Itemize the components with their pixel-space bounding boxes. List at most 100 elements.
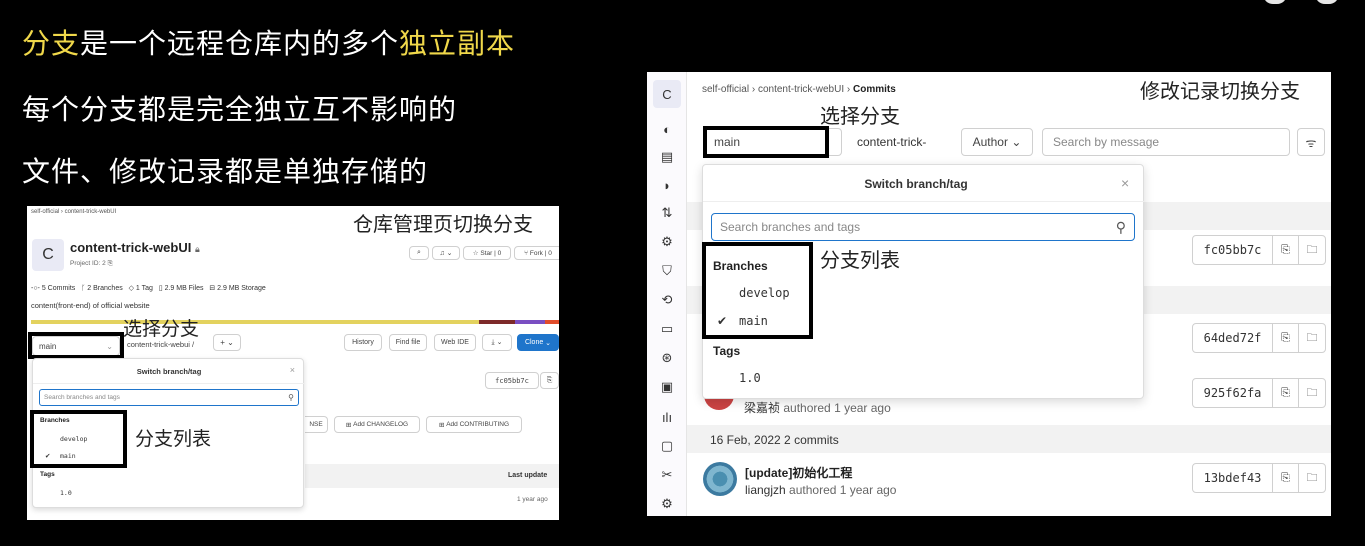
highlight-box-list: [702, 242, 813, 339]
add-contributing-label: Add CONTRIBUTING: [446, 421, 510, 428]
row-last-update: 1 year ago: [517, 496, 548, 503]
highlight-branch: 分支: [22, 27, 81, 60]
star-label: Star: [480, 249, 493, 257]
project-title-text: content-trick-webUI: [70, 240, 192, 255]
ci-cd-icon[interactable]: ⚙: [658, 233, 676, 251]
project-avatar[interactable]: C: [653, 80, 681, 108]
fork-button[interactable]: ⑂ Fork | 0: [514, 246, 559, 260]
branches-link[interactable]: 2 Branches: [87, 285, 122, 292]
add-contributing-button[interactable]: ⊞ Add CONTRIBUTING: [426, 416, 522, 433]
author-label: Author: [972, 135, 1008, 149]
breadcrumb-project[interactable]: content-trick-webUI: [758, 84, 844, 95]
commit-sha[interactable]: 64ded72f: [1193, 324, 1273, 352]
close-icon[interactable]: ×: [1121, 175, 1129, 191]
tags-header: Tags: [40, 471, 55, 478]
analytics-icon[interactable]: ılı: [658, 408, 676, 426]
commit-meta: 梁嘉祯 authored 1 year ago: [744, 399, 891, 416]
branch-search-input[interactable]: Search branches and tags ⚲: [39, 389, 299, 406]
project-description: content(front-end) of official website: [31, 301, 150, 310]
copy-icon[interactable]: ⎘: [1273, 379, 1299, 407]
web-ide-button[interactable]: Web IDE: [434, 334, 476, 351]
close-icon[interactable]: ×: [290, 365, 295, 375]
file-icon: ▯: [158, 285, 163, 292]
star-button[interactable]: ☆ Star | 0: [463, 246, 511, 260]
find-file-button[interactable]: Find file: [389, 334, 427, 351]
fork-count: 0: [548, 249, 552, 257]
repository-icon[interactable]: ▤: [658, 148, 676, 166]
dropdown-title: Switch branch/tag: [136, 367, 202, 376]
highlight-box-list: [30, 410, 127, 468]
merge-requests-icon[interactable]: ⇅: [658, 204, 676, 222]
author-filter-button[interactable]: Author ⌄: [961, 128, 1033, 156]
copy-icon[interactable]: ⎘: [108, 260, 113, 267]
slide-line-3: 文件、修改记录都是单独存储的: [22, 155, 429, 188]
commit-author[interactable]: 梁嘉祯: [744, 401, 780, 415]
storage-link[interactable]: 2.9 MB Storage: [217, 285, 266, 292]
language-segment: [479, 320, 515, 324]
commits-link[interactable]: 5 Commits: [42, 285, 75, 292]
last-update-header: Last update: [508, 472, 548, 479]
highlight-box-select: [28, 332, 124, 359]
commit-row-actions: fc05bb7c ⎘ 🗀: [1192, 235, 1326, 265]
infrastructure-icon[interactable]: ⊛: [658, 349, 676, 367]
commit-row-actions: 64ded72f ⎘ 🗀: [1192, 323, 1326, 353]
commit-sha[interactable]: 13bdef43: [1193, 464, 1273, 492]
bell-dropdown-button[interactable]: ♫ ⌄: [432, 246, 460, 260]
commit-authored: authored 1 year ago: [783, 401, 891, 415]
callout-commits-switch: 修改记录切换分支: [1140, 79, 1300, 103]
rss-icon[interactable]: ᯤ: [1297, 128, 1325, 156]
copy-icon[interactable]: ⎘: [1273, 324, 1299, 352]
fork-label: Fork: [529, 249, 543, 257]
snippets-icon[interactable]: ✂: [658, 466, 676, 484]
tag-option-1-0[interactable]: 1.0: [60, 489, 72, 497]
commit-author[interactable]: liangjzh: [745, 483, 786, 497]
folder-icon[interactable]: 🗀: [1299, 236, 1325, 264]
storage-icon: ⊟: [209, 285, 216, 292]
copy-sha-button[interactable]: ⎘: [540, 372, 559, 389]
commit-sha[interactable]: fc05bb7c: [1193, 236, 1273, 264]
wiki-icon[interactable]: ▢: [658, 437, 676, 455]
commit-row-actions: 13bdef43 ⎘ 🗀: [1192, 463, 1326, 493]
packages-icon[interactable]: ▣: [658, 378, 676, 396]
branch-search-input[interactable]: Search branches and tags ⚲: [711, 213, 1135, 241]
breadcrumb[interactable]: self-official › content-trick-webUI: [31, 209, 116, 215]
dropdown-title: Switch branch/tag: [864, 177, 968, 191]
monitor-icon[interactable]: ▭: [658, 320, 676, 338]
slide-line-2: 每个分支都是完全独立互不影响的: [22, 93, 458, 126]
plus-icon: ⊞: [438, 421, 447, 429]
callout-branch-list: 分支列表: [135, 428, 212, 450]
line1-middle: 是一个远程仓库内的多个: [80, 27, 400, 60]
copy-icon[interactable]: ⎘: [1273, 236, 1299, 264]
project-info-icon[interactable]: ◐: [658, 120, 676, 138]
breadcrumb-commits[interactable]: Commits: [853, 84, 896, 95]
add-dropdown-button[interactable]: + ⌄: [213, 334, 241, 351]
commit-title[interactable]: [update]初始化工程: [745, 464, 852, 481]
deployments-icon[interactable]: ⟲: [658, 291, 676, 309]
lock-icon: 🔒︎: [194, 244, 200, 254]
files-link[interactable]: 2.9 MB Files: [165, 285, 204, 292]
tags-link[interactable]: 1 Tag: [136, 285, 153, 292]
tag-option-1-0[interactable]: 1.0: [739, 371, 761, 385]
clone-button[interactable]: Clone ⌄: [517, 334, 559, 351]
commit-sha[interactable]: fc05bb7c: [485, 372, 539, 389]
slide-line-1: 分支是一个远程仓库内的多个独立副本: [22, 22, 515, 62]
folder-icon[interactable]: 🗀: [1299, 324, 1325, 352]
folder-icon[interactable]: 🗀: [1299, 379, 1325, 407]
add-license-button[interactable]: NSE: [305, 416, 328, 433]
add-changelog-button[interactable]: ⊞ Add CHANGELOG: [334, 416, 420, 433]
history-button[interactable]: History: [344, 334, 382, 351]
divider: [703, 201, 1145, 202]
commit-sha[interactable]: 925f62fa: [1193, 379, 1273, 407]
star-count: 0: [497, 249, 502, 257]
commits-page-screenshot: C ◐ ▤ ◗ ⇅ ⚙ ⛉ ⟲ ▭ ⊛ ▣ ılı ▢ ✂ ⚙ self-off…: [647, 72, 1331, 516]
security-icon[interactable]: ⛉: [658, 262, 676, 280]
issues-icon[interactable]: ◗: [658, 176, 676, 194]
notification-icon[interactable]: ⌕: [409, 246, 429, 260]
settings-icon[interactable]: ⚙: [658, 495, 676, 513]
download-button[interactable]: ⤓ ⌄: [482, 334, 512, 351]
add-changelog-label: Add CHANGELOG: [353, 421, 409, 428]
folder-icon[interactable]: 🗀: [1299, 464, 1325, 492]
breadcrumb-group[interactable]: self-official: [702, 84, 749, 95]
commit-search-input[interactable]: Search by message: [1042, 128, 1290, 156]
copy-icon[interactable]: ⎘: [1273, 464, 1299, 492]
